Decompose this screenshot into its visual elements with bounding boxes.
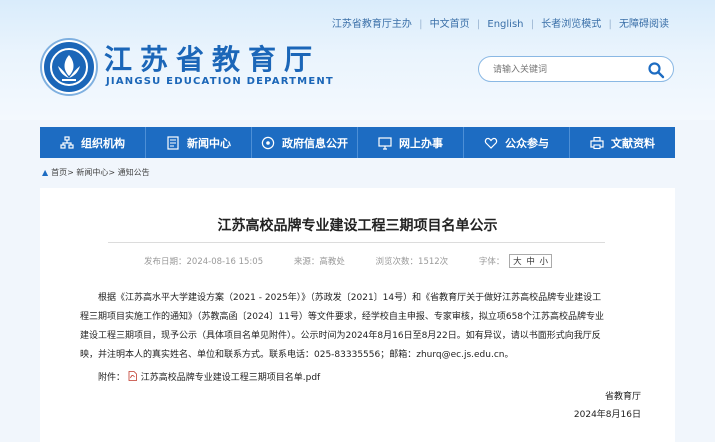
title-divider <box>108 242 605 243</box>
site-title[interactable]: 江苏省教育厅 <box>104 38 320 78</box>
news-icon <box>167 135 179 150</box>
sponsor-text: 江苏省教育厅主办 <box>331 19 412 30</box>
font-size-switcher: 大 中 小 <box>509 254 553 268</box>
nav-item-info-disclosure[interactable]: 政府信息公开 <box>252 127 358 158</box>
nav-label: 组织机构 <box>81 136 125 150</box>
nav-label: 网上办事 <box>399 136 443 150</box>
nav-item-online-services[interactable]: 网上办事 <box>358 127 464 158</box>
site-header: 江苏省教育厅主办 | 中文首页 | English | 长者浏览模式 | 无障碍… <box>0 0 715 120</box>
font-size-label: 字体： <box>478 257 505 267</box>
nav-label: 公众参与 <box>505 136 549 150</box>
font-small-button[interactable]: 小 <box>540 257 549 267</box>
home-triangle-icon: ▲ <box>42 168 49 177</box>
info-disclosure-icon <box>261 136 275 149</box>
attachment-label: 附件： <box>98 373 126 383</box>
body-line: 映，并注明本人的真实姓名、单位和联系方式。联系电话：025-83335556；邮… <box>80 350 514 360</box>
logo-emblem-icon[interactable] <box>42 40 96 94</box>
chinese-home-link[interactable]: 中文首页 <box>430 19 470 30</box>
article-source: 来源：高教处 <box>293 257 345 267</box>
site-subtitle: JIANGSU EDUCATION DEPARTMENT <box>106 76 334 87</box>
nav-label: 文献资料 <box>611 136 655 150</box>
search-input[interactable] <box>491 61 635 79</box>
elder-mode-link[interactable]: 长者浏览模式 <box>541 19 601 30</box>
body-line: 根据《江苏高水平大学建设方案（2021 - 2025年）》（苏政发〔2021〕1… <box>98 293 602 303</box>
publish-date: 发布日期：2024-08-16 15:05 <box>144 257 264 267</box>
search-box <box>478 56 674 82</box>
nav-label: 政府信息公开 <box>282 136 348 150</box>
top-links: 江苏省教育厅主办 | 中文首页 | English | 长者浏览模式 | 无障碍… <box>331 19 669 30</box>
body-line: 建设工程三期项目，现予公示（具体项目名单见附件）。公示时间为2024年8月16日… <box>80 331 601 341</box>
signature: 省教育厅 <box>604 392 641 402</box>
font-large-button[interactable]: 大 <box>513 257 522 267</box>
pdf-file-icon <box>128 371 137 381</box>
accessibility-link[interactable]: 无障碍阅读 <box>619 19 669 30</box>
main-nav: 组织机构 新闻中心 政府信息公开 网上办事 公众参与 文献资料 <box>40 127 675 158</box>
article-meta: 发布日期：2024-08-16 15:05 来源：高教处 浏览次数：1512次 … <box>144 254 553 268</box>
view-count: 浏览次数：1512次 <box>375 257 449 267</box>
nav-item-organization[interactable]: 组织机构 <box>40 127 146 158</box>
article-body: 根据《江苏高水平大学建设方案（2021 - 2025年）》（苏政发〔2021〕1… <box>80 289 640 365</box>
body-line: 程三期项目实施工作的通知》（苏教高函〔2024〕11号）等文件要求，经学校自主申… <box>80 312 605 322</box>
nav-label: 新闻中心 <box>187 136 231 150</box>
english-link[interactable]: English <box>487 19 523 30</box>
breadcrumb-text[interactable]: 首页> 新闻中心> 通知公告 <box>51 168 150 177</box>
printer-icon <box>590 136 604 149</box>
org-chart-icon <box>60 135 74 149</box>
breadcrumb: ▲ 首页> 新闻中心> 通知公告 <box>42 167 150 178</box>
attachment-row: 附件： 江苏高校品牌专业建设工程三期项目名单.pdf <box>98 370 320 383</box>
nav-item-news[interactable]: 新闻中心 <box>146 127 252 158</box>
heart-icon <box>484 137 498 149</box>
signature-date: 2024年8月16日 <box>573 410 641 420</box>
search-icon[interactable] <box>647 61 665 79</box>
font-medium-button[interactable]: 中 <box>526 257 535 267</box>
nav-item-public-participation[interactable]: 公众参与 <box>464 127 570 158</box>
article-title: 江苏高校品牌专业建设工程三期项目名单公示 <box>217 218 498 234</box>
attachment-link[interactable]: 江苏高校品牌专业建设工程三期项目名单.pdf <box>141 373 320 383</box>
nav-item-documents[interactable]: 文献资料 <box>570 127 675 158</box>
monitor-icon <box>378 136 392 150</box>
article-panel: 江苏高校品牌专业建设工程三期项目名单公示 发布日期：2024-08-16 15:… <box>40 188 675 442</box>
